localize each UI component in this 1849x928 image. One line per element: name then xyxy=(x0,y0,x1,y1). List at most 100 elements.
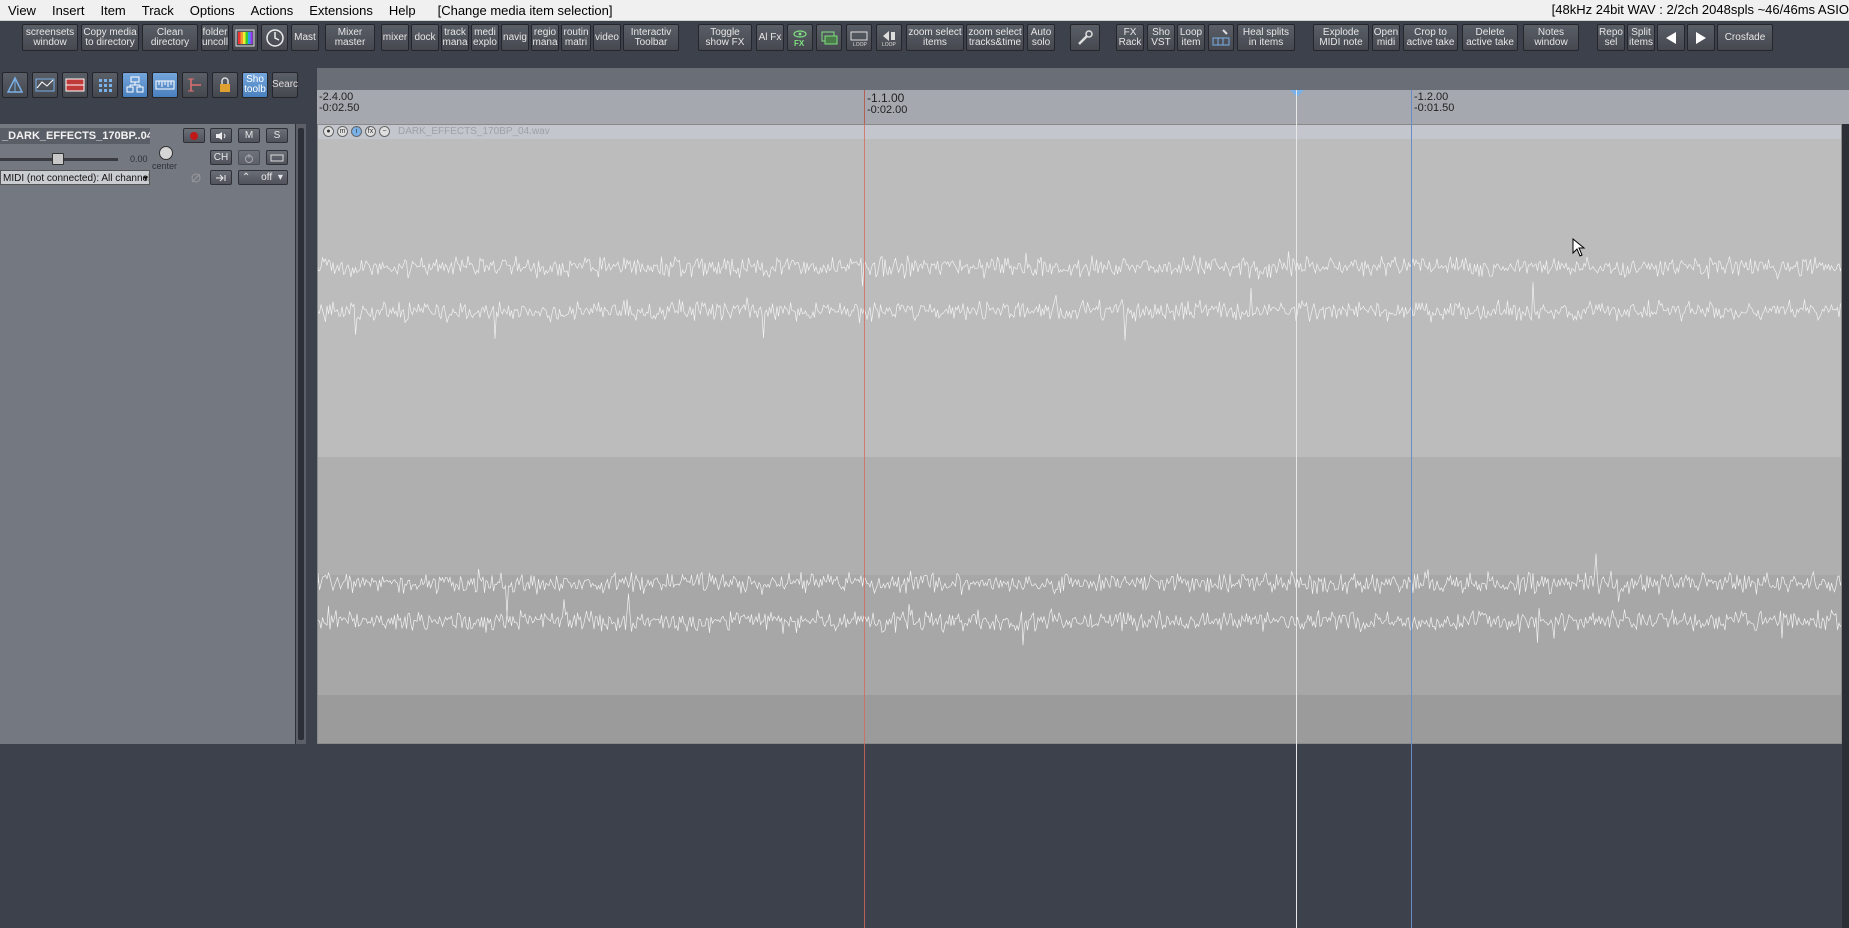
locking-button[interactable] xyxy=(182,72,208,98)
delete-active-take-button[interactable]: Delete active take xyxy=(1462,24,1518,51)
envelope-button[interactable] xyxy=(32,72,58,98)
item-lock-icon[interactable]: ● xyxy=(323,126,334,137)
channel-button[interactable]: CH xyxy=(210,150,232,165)
lock-button[interactable] xyxy=(212,72,238,98)
toggle-show-fx-button[interactable]: Toggle show FX xyxy=(698,24,752,51)
phase-icon[interactable] xyxy=(190,172,202,184)
fx-rack-button[interactable]: FX Rack xyxy=(1116,24,1144,51)
item-fx-button[interactable] xyxy=(816,24,842,51)
fader-thumb[interactable] xyxy=(51,153,64,165)
timeline-ruler[interactable]: -2.4.00 -0:02.50 -1.1.00 -0:02.00 -1.2.0… xyxy=(317,90,1849,124)
ruler-top-strip[interactable] xyxy=(317,68,1849,90)
ripple-button[interactable] xyxy=(2,72,28,98)
loop-item-button[interactable]: Loop item xyxy=(1177,24,1205,51)
dock-button[interactable]: dock xyxy=(411,24,439,51)
zoom-select-items-button[interactable]: zoom select items xyxy=(906,24,964,51)
video-button[interactable]: video xyxy=(593,24,621,51)
snap-button[interactable] xyxy=(152,72,178,98)
reposition-sel-button[interactable]: Repo sel xyxy=(1597,24,1625,51)
ruler-mark-2-time: -0:02.00 xyxy=(867,104,908,116)
volume-fader[interactable]: 0.00 xyxy=(0,152,150,166)
menu-bar: View Insert Item Track Options Actions E… xyxy=(0,0,1849,21)
grid-button[interactable] xyxy=(92,72,118,98)
item-grouping-button[interactable] xyxy=(122,72,148,98)
record-arm-button[interactable] xyxy=(183,128,205,143)
color-picker-button[interactable] xyxy=(232,24,258,51)
ruler-mark-1: -2.4.00 -0:02.50 xyxy=(319,92,359,114)
input-route-button[interactable] xyxy=(210,170,232,185)
navigator-button[interactable]: navig xyxy=(501,24,529,51)
show-vst-button[interactable]: Sho VST xyxy=(1147,24,1175,51)
rainbow-color-icon xyxy=(235,29,255,46)
fx-eye-button[interactable]: FX xyxy=(787,24,813,51)
menu-help[interactable]: Help xyxy=(381,3,424,18)
mixer-button[interactable]: mixer xyxy=(381,24,409,51)
split-items-button[interactable]: Split items xyxy=(1627,24,1655,51)
tcp-scrollbar[interactable] xyxy=(296,124,306,744)
tcp-scrollbar-thumb[interactable] xyxy=(298,128,304,740)
heal-splits-button[interactable]: Heal splits in items xyxy=(1237,24,1295,51)
media-explorer-button[interactable]: medi explo xyxy=(471,24,499,51)
solo-button[interactable]: S xyxy=(266,128,288,143)
screensets-button[interactable]: screensets window xyxy=(22,24,78,51)
search-button[interactable]: Searc xyxy=(272,72,298,98)
speaker-icon xyxy=(216,132,226,140)
interactive-toolbar-button[interactable]: Interactiv Toolbar xyxy=(623,24,679,51)
crossfade-button[interactable]: Crosfade xyxy=(1717,24,1773,51)
mouse-pointer-icon xyxy=(1572,238,1586,257)
pencil-button[interactable] xyxy=(1208,24,1234,51)
auto-solo-button[interactable]: Auto solo xyxy=(1027,24,1055,51)
grid-lines-button[interactable] xyxy=(62,72,88,98)
show-toolbar-button[interactable]: Sho toolb xyxy=(242,72,268,98)
notes-window-button[interactable]: Notes window xyxy=(1523,24,1579,51)
pan-knob[interactable] xyxy=(159,146,173,160)
arrange-view[interactable]: ● m i fx ~ DARK_EFFECTS_170BP_04.wav xyxy=(317,124,1849,928)
input-arrow-icon xyxy=(216,174,226,182)
track-manager-button[interactable]: track mana xyxy=(441,24,469,51)
record-monitor-button[interactable] xyxy=(210,128,232,143)
menu-track[interactable]: Track xyxy=(134,3,182,18)
loop-button-2[interactable]: LOOP xyxy=(876,24,902,51)
track-name-field[interactable]: _DARK_EFFECTS_170BP..04 xyxy=(0,128,150,144)
mixer-master-button[interactable]: Mixer master xyxy=(325,24,375,51)
folder-uncoll-button[interactable]: folder uncoll xyxy=(201,24,229,51)
midi-input-select[interactable]: MIDI (not connected): All channel ▾ xyxy=(0,170,150,185)
loop-button-1[interactable]: LOOP xyxy=(846,24,872,51)
lock-icon xyxy=(220,77,230,92)
item-info-icon[interactable]: i xyxy=(351,126,362,137)
media-item-header[interactable]: ● m i fx ~ DARK_EFFECTS_170BP_04.wav xyxy=(318,125,1841,139)
master-button[interactable]: Mast xyxy=(291,24,319,51)
explode-midi-button[interactable]: Explode MIDI note xyxy=(1313,24,1369,51)
item-mute-icon[interactable]: m xyxy=(337,126,348,137)
chevron-down-icon: ▾ xyxy=(143,173,148,183)
next-button[interactable] xyxy=(1687,24,1715,51)
metronome-button[interactable] xyxy=(261,24,288,51)
automation-mode-button[interactable]: ⌃ off ▾ xyxy=(238,170,288,185)
play-cursor-marker-icon[interactable] xyxy=(1290,90,1304,98)
routing-matrix-button[interactable]: routin matri xyxy=(561,24,591,51)
fx-bypass-button[interactable] xyxy=(238,150,260,165)
io-button[interactable] xyxy=(266,150,288,165)
all-fx-button[interactable]: Al Fx xyxy=(756,24,784,51)
prev-button[interactable] xyxy=(1657,24,1685,51)
mute-button[interactable]: M xyxy=(238,128,260,143)
menu-options[interactable]: Options xyxy=(182,3,243,18)
fx-label: FX xyxy=(794,39,805,48)
clean-directory-button[interactable]: Clean directory xyxy=(142,24,198,51)
item-envelope-icon[interactable]: ~ xyxy=(379,126,390,137)
menu-insert[interactable]: Insert xyxy=(44,3,93,18)
copy-media-button[interactable]: Copy media to directory xyxy=(81,24,139,51)
media-item[interactable]: ● m i fx ~ DARK_EFFECTS_170BP_04.wav xyxy=(317,124,1842,744)
menu-item[interactable]: Item xyxy=(92,3,133,18)
menu-view[interactable]: View xyxy=(0,3,44,18)
arrange-vertical-scrollbar[interactable] xyxy=(1842,124,1849,928)
menu-actions[interactable]: Actions xyxy=(243,3,302,18)
menu-extensions[interactable]: Extensions xyxy=(301,3,381,18)
region-manager-button[interactable]: regio mana xyxy=(531,24,559,51)
item-fx-icon[interactable]: fx xyxy=(365,126,376,137)
tools-button[interactable] xyxy=(1070,24,1100,51)
crop-to-active-take-button[interactable]: Crop to active take xyxy=(1403,24,1458,51)
edit-cursor-line xyxy=(864,90,865,928)
open-midi-button[interactable]: Open midi xyxy=(1372,24,1400,51)
zoom-select-tracks-button[interactable]: zoom select tracks&time xyxy=(966,24,1024,51)
